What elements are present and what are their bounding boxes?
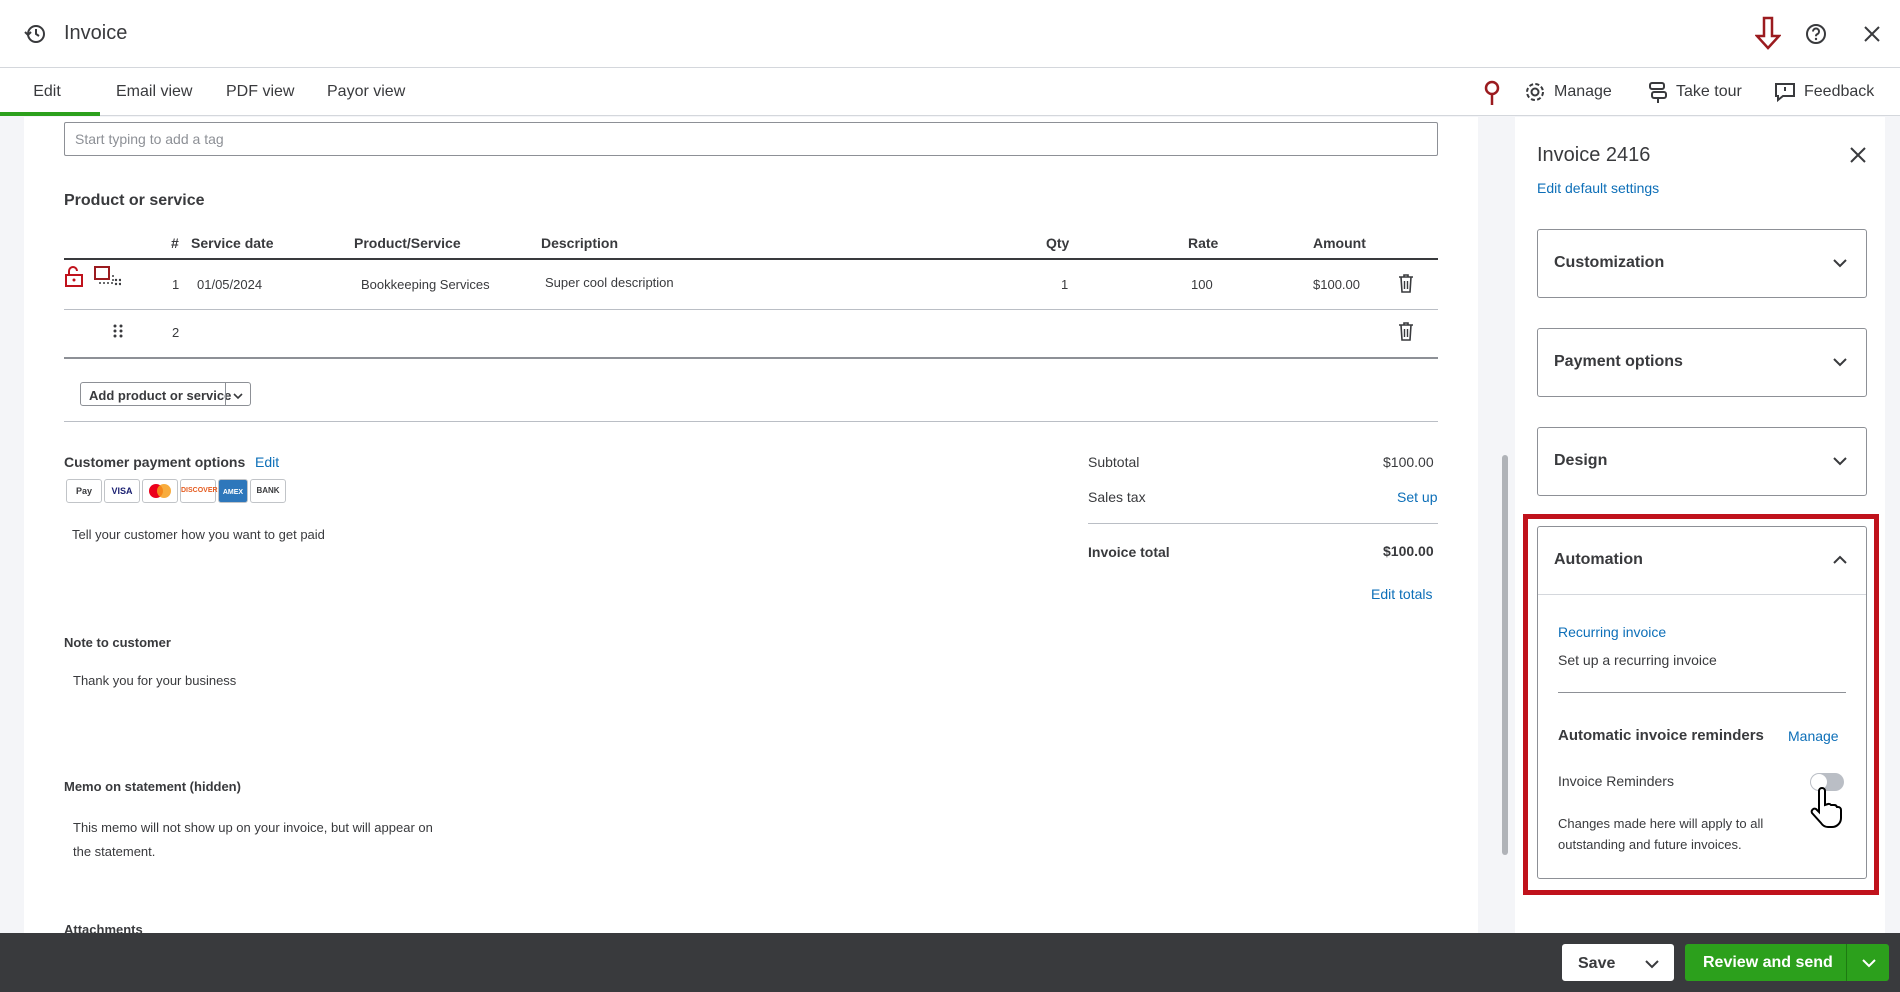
- chevron-down-icon: [1832, 454, 1848, 472]
- note-title: Note to customer: [64, 635, 171, 650]
- apple-pay-logo: Pay: [66, 479, 102, 503]
- col-product: Product/Service: [354, 235, 461, 251]
- col-service-date: Service date: [191, 235, 274, 251]
- payment-hint[interactable]: Tell your customer how you want to get p…: [72, 527, 325, 542]
- service-date-cell[interactable]: 01/05/2024: [197, 277, 262, 292]
- customization-section[interactable]: Customization: [1537, 229, 1867, 298]
- section-divider: [64, 421, 1438, 422]
- attachments-title: Attachments: [64, 922, 143, 933]
- payment-logos: Pay VISA DISCOVER AMEX BANK: [66, 479, 288, 503]
- col-num: #: [171, 235, 179, 251]
- chevron-down-icon[interactable]: [1861, 956, 1877, 974]
- note-textarea[interactable]: Thank you for your business: [73, 673, 236, 688]
- payment-options-section[interactable]: Payment options: [1537, 328, 1867, 397]
- save-button[interactable]: Save: [1562, 944, 1674, 981]
- download-arrow-icon: [1754, 16, 1782, 55]
- payment-options-edit-link[interactable]: Edit: [255, 454, 279, 470]
- sales-tax-label: Sales tax: [1088, 489, 1146, 505]
- invoice-total-value: $100.00: [1383, 543, 1434, 559]
- tab-email-view[interactable]: Email view: [116, 68, 192, 116]
- discover-logo: DISCOVER: [180, 479, 218, 503]
- memo-title: Memo on statement (hidden): [64, 779, 241, 794]
- feedback-button[interactable]: Feedback: [1774, 68, 1874, 116]
- row-divider: [64, 309, 1438, 310]
- invoice-form: Start typing to add a tag Product or ser…: [24, 117, 1478, 933]
- table-bottom-divider: [64, 357, 1438, 359]
- qty-cell[interactable]: 1: [1061, 277, 1068, 292]
- tab-edit[interactable]: Edit: [0, 68, 100, 116]
- invoice-total-label: Invoice total: [1088, 544, 1170, 560]
- trash-icon[interactable]: [1398, 273, 1414, 298]
- col-description: Description: [541, 235, 619, 251]
- table-header-divider: [64, 258, 1438, 260]
- gear-icon: [1526, 83, 1544, 101]
- totals-divider: [1088, 523, 1438, 524]
- view-tabs-bar: Edit Email view PDF view Payor view Mana…: [0, 68, 1900, 116]
- row-number: 1: [172, 277, 180, 292]
- review-and-send-button[interactable]: Review and send: [1685, 944, 1889, 981]
- page-title: Invoice: [64, 22, 128, 44]
- speech-bubble-icon: [1775, 83, 1795, 103]
- visa-logo: VISA: [104, 479, 140, 503]
- payment-options-title: Customer payment options: [64, 454, 246, 470]
- signpost-icon: [1649, 82, 1667, 103]
- automation-highlight-frame: [1523, 514, 1879, 895]
- chevron-down-icon[interactable]: [232, 389, 244, 404]
- design-section[interactable]: Design: [1537, 427, 1867, 496]
- panel-title: Invoice 2416: [1537, 144, 1651, 166]
- col-rate: Rate: [1188, 235, 1219, 251]
- chevron-down-icon: [1832, 355, 1848, 373]
- add-split-divider: [225, 383, 226, 405]
- tags-input[interactable]: Start typing to add a tag: [64, 122, 1438, 156]
- tab-pdf-view[interactable]: PDF view: [226, 68, 294, 116]
- manage-button[interactable]: Manage: [1524, 68, 1612, 116]
- help-icon[interactable]: [1805, 23, 1827, 50]
- tab-payor-view[interactable]: Payor view: [327, 68, 405, 116]
- pin-icon[interactable]: [1483, 80, 1501, 111]
- footer-bar: Save Review and send: [0, 933, 1900, 992]
- header-bar: Invoice: [0, 0, 1900, 68]
- col-qty: Qty: [1046, 235, 1070, 251]
- history-icon[interactable]: [24, 23, 46, 50]
- chevron-down-icon[interactable]: [1644, 957, 1660, 975]
- split-divider: [1846, 944, 1847, 981]
- bank-logo: BANK: [250, 479, 286, 503]
- add-product-button[interactable]: Add product or service: [80, 382, 251, 406]
- col-amount: Amount: [1313, 235, 1366, 251]
- unlock-icon[interactable]: [63, 266, 85, 293]
- sales-tax-setup-link[interactable]: Set up: [1397, 489, 1437, 505]
- subtotal-value: $100.00: [1383, 454, 1434, 470]
- product-cell[interactable]: Bookkeeping Services: [361, 277, 490, 292]
- amount-cell: $100.00: [1313, 277, 1360, 292]
- product-section-title: Product or service: [64, 192, 205, 209]
- description-cell[interactable]: Super cool description: [545, 275, 674, 290]
- edit-totals-link[interactable]: Edit totals: [1371, 586, 1432, 602]
- copy-select-icon[interactable]: [93, 265, 122, 294]
- panel-close-icon[interactable]: [1849, 146, 1867, 169]
- scrollbar-thumb[interactable]: [1502, 455, 1508, 855]
- chevron-down-icon: [1832, 256, 1848, 274]
- trash-icon[interactable]: [1398, 321, 1414, 346]
- subtotal-label: Subtotal: [1088, 454, 1140, 470]
- take-tour-button[interactable]: Take tour: [1648, 68, 1742, 116]
- row-number: 2: [172, 325, 180, 340]
- amex-logo: AMEX: [218, 479, 248, 503]
- mastercard-logo: [142, 479, 178, 503]
- memo-textarea[interactable]: This memo will not show up on your invoi…: [73, 816, 433, 864]
- drag-handle-icon[interactable]: [113, 324, 123, 343]
- edit-default-settings-link[interactable]: Edit default settings: [1537, 180, 1659, 196]
- rate-cell[interactable]: 100: [1191, 277, 1213, 292]
- close-icon[interactable]: [1862, 24, 1882, 49]
